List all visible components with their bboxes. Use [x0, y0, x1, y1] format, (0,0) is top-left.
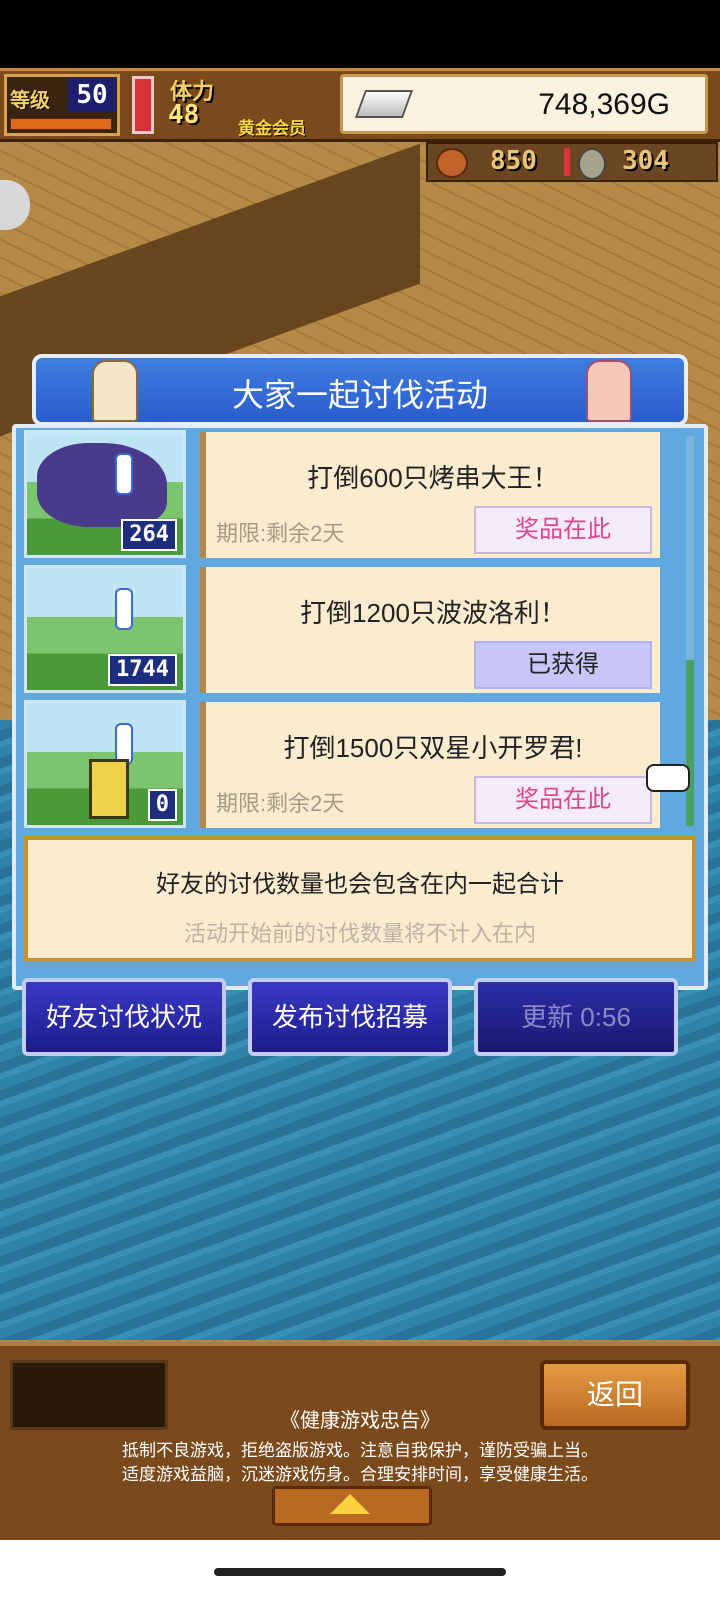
mission-card: 打倒1200只波波洛利！ 已获得 — [200, 567, 660, 693]
scrollbar-thumb[interactable] — [686, 660, 694, 826]
friend-status-button[interactable]: 好友讨伐状况 — [22, 978, 226, 1056]
prize-button[interactable]: 奖品在此 — [474, 506, 652, 554]
mission-row: 264 打倒600只烤串大王！ 期限:剩余2天 奖品在此 — [24, 430, 680, 562]
mission-text: 打倒1500只双星小开罗君! — [283, 733, 583, 763]
refresh-button[interactable]: 更新 0:56 — [474, 978, 678, 1056]
mission-card: 打倒600只烤串大王！ 期限:剩余2天 奖品在此 — [200, 432, 660, 558]
status-bar — [0, 0, 720, 68]
mission-row: 0 打倒1500只双星小开罗君! 期限:剩余2天 奖品在此 — [24, 700, 680, 832]
kill-count: 264 — [121, 519, 177, 551]
exclamation-icon — [115, 588, 133, 630]
resource-coin-value: 304 — [622, 146, 669, 176]
resource-meat-value: 850 — [490, 146, 537, 176]
hand-pointer-icon — [646, 764, 690, 792]
info-sub-text: 活动开始前的讨伐数量将不计入在内 — [183, 921, 536, 946]
boss-monster-icon — [37, 443, 167, 527]
resource-bar — [426, 142, 718, 182]
health-notice-title: 《健康游戏忠告》 — [280, 1410, 440, 1432]
mission-row: 1744 打倒1200只波波洛利！ 已获得 — [24, 565, 680, 697]
claimed-button[interactable]: 已获得 — [474, 641, 652, 689]
mission-thumbnail: 1744 — [24, 565, 186, 693]
recruit-button[interactable]: 发布讨伐招募 — [248, 978, 452, 1056]
mission-deadline: 期限:剩余2天 — [216, 521, 345, 546]
coin-icon — [578, 148, 606, 180]
mission-card: 打倒1500只双星小开罗君! 期限:剩余2天 奖品在此 — [200, 702, 660, 828]
exp-bar — [10, 118, 112, 130]
stamina-value: 48 — [168, 100, 200, 130]
mission-thumbnail: 0 — [24, 700, 186, 828]
mission-text: 打倒600只烤串大王！ — [307, 463, 559, 493]
health-notice-line: 抵制不良游戏，拒绝盗版游戏。注意自我保护，谨防受骗上当。 — [122, 1441, 598, 1460]
kairo-kun-icon — [89, 759, 129, 819]
gold-amount: 748,369G — [538, 88, 670, 121]
kill-count: 0 — [147, 789, 177, 821]
mission-thumbnail: 264 — [24, 430, 186, 558]
resource-divider — [564, 148, 570, 176]
panel-title: 大家一起讨伐活动 — [231, 377, 488, 413]
up-arrow-icon — [330, 1494, 370, 1514]
prize-button[interactable]: 奖品在此 — [474, 776, 652, 824]
mission-deadline: 期限:剩余2天 — [216, 791, 345, 816]
level-label: 等级 — [10, 88, 50, 112]
kill-count: 1744 — [108, 654, 177, 686]
health-notice-line: 适度游戏益脑，沉迷游戏伤身。合理安排时间，享受健康生活。 — [122, 1465, 598, 1484]
home-indicator[interactable] — [214, 1568, 506, 1576]
info-main-text: 好友的讨伐数量也会包含在内一起合计 — [156, 871, 564, 898]
stamina-bar — [132, 76, 154, 134]
level-value: 50 — [68, 78, 116, 112]
silver-ingot-icon — [354, 90, 414, 118]
meat-icon — [436, 148, 468, 178]
mission-text: 打倒1200只波波洛利！ — [300, 598, 566, 628]
exclamation-icon — [115, 453, 133, 495]
membership-badge: 黄金会员 — [238, 119, 306, 139]
